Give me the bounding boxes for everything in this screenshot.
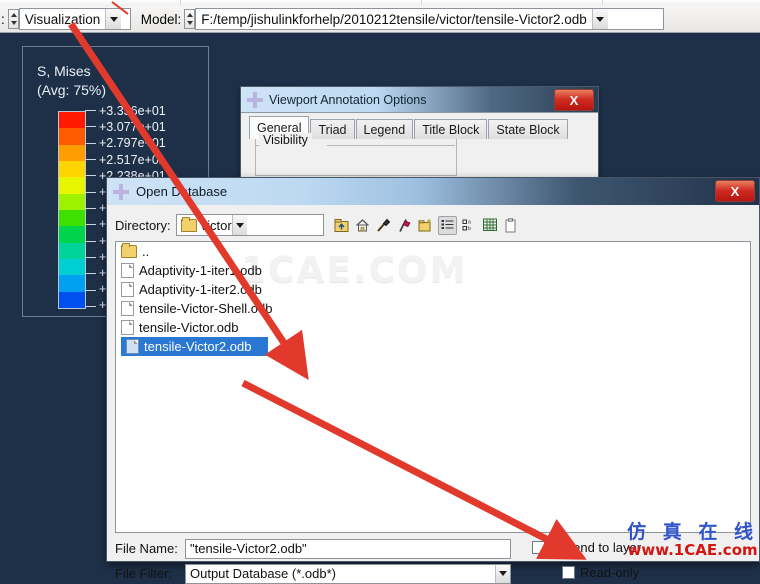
directory-label: Directory: — [115, 217, 171, 233]
open-database-title-bar[interactable]: Open Database X — [107, 178, 759, 206]
list-item-label: tensile-Victor2.odb — [144, 339, 252, 354]
append-to-layer-checkbox-row[interactable]: Append to layer — [532, 540, 641, 555]
file-name-row: File Name: "tensile-Victor2.odb" — [115, 538, 511, 559]
open-database-dialog[interactable]: Open Database X Directory: victor a b 1C… — [106, 177, 760, 584]
tab-state-block[interactable]: State Block — [488, 119, 568, 139]
close-icon[interactable]: X — [715, 180, 755, 202]
close-icon[interactable]: X — [554, 89, 594, 111]
module-combo[interactable]: Visualization — [18, 8, 131, 30]
legend-title: S, Mises (Avg: 75%) — [37, 63, 106, 98]
legend-colorbar — [58, 111, 86, 309]
file-icon — [121, 282, 134, 297]
list-item-label: Adaptivity-1-iter2.odb — [139, 282, 262, 297]
list-item-label: tensile-Victor-Shell.odb — [139, 301, 273, 316]
open-database-body: Directory: victor a b 1CAE.COM .. Adapti… — [107, 205, 759, 584]
legend-color-band — [59, 128, 85, 145]
module-spinner[interactable] — [7, 9, 19, 29]
directory-combo-value: victor — [200, 217, 232, 233]
clipboard-icon[interactable] — [503, 217, 520, 234]
chevron-down-icon[interactable] — [591, 9, 608, 29]
legend-color-band — [59, 291, 85, 308]
abaqus-app-icon — [247, 91, 263, 108]
file-name-value: "tensile-Victor2.odb" — [190, 541, 307, 556]
favorites-flag-icon[interactable] — [396, 217, 413, 234]
directory-combo[interactable]: victor — [175, 214, 324, 236]
model-spinner[interactable] — [184, 9, 196, 29]
home-directory-icon[interactable] — [354, 217, 371, 234]
list-item[interactable]: .. — [116, 242, 750, 261]
work-directory-hammer-icon[interactable] — [375, 217, 392, 234]
visibility-group-label: Visibility — [259, 133, 312, 147]
checkbox-icon[interactable] — [532, 541, 545, 554]
tab-legend[interactable]: Legend — [355, 119, 414, 139]
directory-row: Directory: victor a b — [115, 214, 751, 236]
file-dialog-toolbar: ab — [333, 215, 520, 235]
module-label: : — [1, 11, 5, 27]
checkbox-icon[interactable] — [562, 566, 575, 579]
file-list[interactable]: 1CAE.COM .. Adaptivity-1-iter1.odb Adapt… — [115, 241, 751, 533]
list-item-label: tensile-Victor.odb — [139, 320, 239, 335]
legend-color-band — [59, 242, 85, 259]
chevron-down-icon[interactable] — [105, 9, 122, 29]
legend-color-band — [59, 193, 85, 210]
chevron-down-icon[interactable] — [495, 564, 510, 583]
vao-title-bar[interactable]: Viewport Annotation Options X — [241, 87, 598, 113]
legend-color-band — [59, 112, 85, 129]
chevron-down-icon[interactable] — [231, 215, 247, 235]
tab-title-block[interactable]: Title Block — [414, 119, 488, 139]
file-filter-combo[interactable]: Output Database (*.odb*) — [185, 563, 511, 584]
read-only-label: Read-only — [580, 565, 640, 580]
list-item[interactable]: Adaptivity-1-iter2.odb — [116, 280, 750, 299]
open-database-title-text: Open Database — [136, 184, 228, 199]
svg-text:a: a — [468, 219, 471, 225]
legend-color-band — [59, 275, 85, 292]
read-only-checkbox-row[interactable]: Read-only — [562, 565, 639, 580]
file-filter-label: File Filter: — [115, 566, 173, 581]
toolbar-segment-1 — [0, 0, 181, 5]
list-item[interactable]: Adaptivity-1-iter1.odb — [116, 261, 750, 280]
legend-ticks — [85, 110, 97, 308]
folder-icon — [180, 216, 197, 232]
context-bar: : Visualization Model: F:/temp/jishulink… — [0, 6, 760, 33]
legend-color-band — [59, 209, 85, 227]
model-combo[interactable]: F:/temp/jishulinkforhelp/2010212tensile/… — [195, 8, 664, 30]
list-item[interactable]: tensile-Victor.odb — [116, 318, 750, 337]
append-to-layer-label: Append to layer — [550, 540, 642, 555]
file-name-input[interactable]: "tensile-Victor2.odb" — [185, 538, 511, 559]
list-item[interactable]: tensile-Victor-Shell.odb — [116, 299, 750, 318]
model-label: Model: — [140, 11, 182, 27]
vao-title-text: Viewport Annotation Options — [269, 92, 427, 107]
file-icon — [121, 301, 134, 316]
file-name-label: File Name: — [115, 541, 178, 556]
file-filter-value: Output Database (*.odb*) — [190, 566, 336, 581]
file-icon — [121, 263, 134, 278]
legend-color-band — [59, 144, 85, 161]
legend-color-band — [59, 258, 85, 276]
detail-view-icon[interactable]: ab — [461, 217, 478, 234]
folder-icon — [121, 243, 137, 258]
tab-triad[interactable]: Triad — [310, 119, 355, 139]
module-combo-value: Visualization — [24, 11, 101, 27]
legend-color-band — [59, 177, 85, 194]
file-icon — [121, 320, 134, 335]
svg-text:b: b — [468, 226, 471, 232]
list-item-selected[interactable]: tensile-Victor2.odb — [121, 337, 268, 356]
parent-directory-icon[interactable] — [333, 217, 350, 234]
file-icon — [126, 339, 139, 354]
toolbar-segment-2 — [181, 0, 422, 5]
toolbar-segment-3 — [422, 0, 603, 5]
list-item-label: .. — [142, 244, 150, 259]
grid-view-icon[interactable] — [482, 217, 499, 234]
file-filter-row: File Filter: Output Database (*.odb*) — [115, 563, 511, 584]
directory-combo-value-wrap: victor — [177, 215, 232, 235]
list-view-icon[interactable] — [437, 215, 457, 235]
legend-color-band — [59, 160, 85, 178]
new-directory-icon[interactable] — [417, 217, 434, 234]
legend-color-band — [59, 226, 85, 243]
model-combo-value: F:/temp/jishulinkforhelp/2010212tensile/… — [201, 11, 587, 27]
list-item-label: Adaptivity-1-iter1.odb — [139, 263, 262, 278]
abaqus-app-icon — [113, 183, 129, 200]
